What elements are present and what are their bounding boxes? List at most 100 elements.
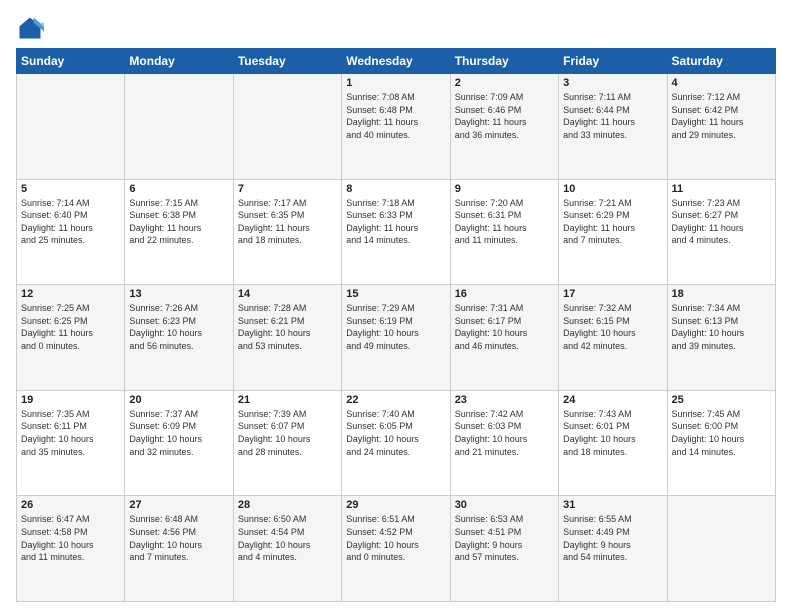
- day-info: Sunrise: 7:45 AM Sunset: 6:00 PM Dayligh…: [672, 408, 771, 458]
- day-info: Sunrise: 7:23 AM Sunset: 6:27 PM Dayligh…: [672, 197, 771, 247]
- day-info: Sunrise: 7:43 AM Sunset: 6:01 PM Dayligh…: [563, 408, 662, 458]
- day-number: 9: [455, 183, 554, 195]
- day-number: 13: [129, 288, 228, 300]
- day-number: 21: [238, 394, 337, 406]
- day-info: Sunrise: 7:42 AM Sunset: 6:03 PM Dayligh…: [455, 408, 554, 458]
- day-info: Sunrise: 7:34 AM Sunset: 6:13 PM Dayligh…: [672, 302, 771, 352]
- calendar-cell: 3 Sunrise: 7:11 AM Sunset: 6:44 PM Daylig…: [559, 74, 667, 180]
- day-info: Sunrise: 6:51 AM Sunset: 4:52 PM Dayligh…: [346, 513, 445, 563]
- day-info: Sunrise: 7:25 AM Sunset: 6:25 PM Dayligh…: [21, 302, 120, 352]
- calendar-cell: 20 Sunrise: 7:37 AM Sunset: 6:09 PM Dayli…: [125, 390, 233, 496]
- day-info: Sunrise: 6:55 AM Sunset: 4:49 PM Dayligh…: [563, 513, 662, 563]
- day-info: Sunrise: 7:20 AM Sunset: 6:31 PM Dayligh…: [455, 197, 554, 247]
- day-info: Sunrise: 7:32 AM Sunset: 6:15 PM Dayligh…: [563, 302, 662, 352]
- calendar-cell: 15 Sunrise: 7:29 AM Sunset: 6:19 PM Dayli…: [342, 285, 450, 391]
- calendar-cell: 4 Sunrise: 7:12 AM Sunset: 6:42 PM Daylig…: [667, 74, 775, 180]
- day-info: Sunrise: 7:11 AM Sunset: 6:44 PM Dayligh…: [563, 91, 662, 141]
- day-info: Sunrise: 7:21 AM Sunset: 6:29 PM Dayligh…: [563, 197, 662, 247]
- calendar-cell: 14 Sunrise: 7:28 AM Sunset: 6:21 PM Dayli…: [233, 285, 341, 391]
- day-number: 28: [238, 499, 337, 511]
- calendar-cell: 23 Sunrise: 7:42 AM Sunset: 6:03 PM Dayli…: [450, 390, 558, 496]
- day-info: Sunrise: 7:37 AM Sunset: 6:09 PM Dayligh…: [129, 408, 228, 458]
- day-number: 1: [346, 77, 445, 89]
- calendar-cell: 25 Sunrise: 7:45 AM Sunset: 6:00 PM Dayli…: [667, 390, 775, 496]
- calendar-week-3: 19Sunrise: 7:35 AM Sunset: 6:11 PM Dayli…: [17, 390, 776, 496]
- day-number: 23: [455, 394, 554, 406]
- header: [16, 14, 776, 42]
- calendar-cell: 8Sunrise: 7:18 AM Sunset: 6:33 PM Daylig…: [342, 179, 450, 285]
- day-number: 24: [563, 394, 662, 406]
- day-info: Sunrise: 7:15 AM Sunset: 6:38 PM Dayligh…: [129, 197, 228, 247]
- day-header-tuesday: Tuesday: [233, 49, 341, 74]
- calendar-cell: [17, 74, 125, 180]
- day-info: Sunrise: 7:09 AM Sunset: 6:46 PM Dayligh…: [455, 91, 554, 141]
- calendar-cell: 10Sunrise: 7:21 AM Sunset: 6:29 PM Dayli…: [559, 179, 667, 285]
- day-info: Sunrise: 6:50 AM Sunset: 4:54 PM Dayligh…: [238, 513, 337, 563]
- day-number: 4: [672, 77, 771, 89]
- day-info: Sunrise: 7:14 AM Sunset: 6:40 PM Dayligh…: [21, 197, 120, 247]
- calendar-cell: [233, 74, 341, 180]
- calendar-cell: 2 Sunrise: 7:09 AM Sunset: 6:46 PM Daylig…: [450, 74, 558, 180]
- logo-icon: [16, 14, 44, 42]
- calendar-table: SundayMondayTuesdayWednesdayThursdayFrid…: [16, 48, 776, 602]
- day-number: 5: [21, 183, 120, 195]
- day-header-monday: Monday: [125, 49, 233, 74]
- day-number: 20: [129, 394, 228, 406]
- day-info: Sunrise: 6:53 AM Sunset: 4:51 PM Dayligh…: [455, 513, 554, 563]
- calendar-header-row: SundayMondayTuesdayWednesdayThursdayFrid…: [17, 49, 776, 74]
- page: SundayMondayTuesdayWednesdayThursdayFrid…: [0, 0, 792, 612]
- day-number: 15: [346, 288, 445, 300]
- day-number: 22: [346, 394, 445, 406]
- calendar-cell: 24 Sunrise: 7:43 AM Sunset: 6:01 PM Dayli…: [559, 390, 667, 496]
- day-info: Sunrise: 7:40 AM Sunset: 6:05 PM Dayligh…: [346, 408, 445, 458]
- calendar-week-1: 5 Sunrise: 7:14 AM Sunset: 6:40 PM Daylig…: [17, 179, 776, 285]
- calendar-cell: 26Sunrise: 6:47 AM Sunset: 4:58 PM Dayli…: [17, 496, 125, 602]
- calendar-cell: 27 Sunrise: 6:48 AM Sunset: 4:56 PM Dayli…: [125, 496, 233, 602]
- calendar-cell: 6 Sunrise: 7:15 AM Sunset: 6:38 PM Daylig…: [125, 179, 233, 285]
- calendar-week-2: 12 Sunrise: 7:25 AM Sunset: 6:25 PM Dayli…: [17, 285, 776, 391]
- calendar-cell: 1Sunrise: 7:08 AM Sunset: 6:48 PM Daylig…: [342, 74, 450, 180]
- day-number: 30: [455, 499, 554, 511]
- day-number: 7: [238, 183, 337, 195]
- calendar-cell: 13 Sunrise: 7:26 AM Sunset: 6:23 PM Dayli…: [125, 285, 233, 391]
- calendar-cell: 9 Sunrise: 7:20 AM Sunset: 6:31 PM Daylig…: [450, 179, 558, 285]
- day-info: Sunrise: 7:28 AM Sunset: 6:21 PM Dayligh…: [238, 302, 337, 352]
- calendar-cell: 28 Sunrise: 6:50 AM Sunset: 4:54 PM Dayli…: [233, 496, 341, 602]
- calendar-cell: 21Sunrise: 7:39 AM Sunset: 6:07 PM Dayli…: [233, 390, 341, 496]
- day-info: Sunrise: 7:35 AM Sunset: 6:11 PM Dayligh…: [21, 408, 120, 458]
- day-number: 18: [672, 288, 771, 300]
- day-info: Sunrise: 6:48 AM Sunset: 4:56 PM Dayligh…: [129, 513, 228, 563]
- day-info: Sunrise: 7:26 AM Sunset: 6:23 PM Dayligh…: [129, 302, 228, 352]
- day-number: 14: [238, 288, 337, 300]
- calendar-cell: 29 Sunrise: 6:51 AM Sunset: 4:52 PM Dayli…: [342, 496, 450, 602]
- day-number: 12: [21, 288, 120, 300]
- calendar-cell: 16Sunrise: 7:31 AM Sunset: 6:17 PM Dayli…: [450, 285, 558, 391]
- day-number: 26: [21, 499, 120, 511]
- day-header-friday: Friday: [559, 49, 667, 74]
- calendar-cell: 22 Sunrise: 7:40 AM Sunset: 6:05 PM Dayli…: [342, 390, 450, 496]
- day-info: Sunrise: 7:12 AM Sunset: 6:42 PM Dayligh…: [672, 91, 771, 141]
- calendar-cell: 30 Sunrise: 6:53 AM Sunset: 4:51 PM Dayli…: [450, 496, 558, 602]
- day-header-wednesday: Wednesday: [342, 49, 450, 74]
- day-number: 29: [346, 499, 445, 511]
- day-number: 6: [129, 183, 228, 195]
- calendar-cell: 12 Sunrise: 7:25 AM Sunset: 6:25 PM Dayli…: [17, 285, 125, 391]
- day-number: 11: [672, 183, 771, 195]
- day-number: 27: [129, 499, 228, 511]
- day-info: Sunrise: 7:29 AM Sunset: 6:19 PM Dayligh…: [346, 302, 445, 352]
- day-number: 3: [563, 77, 662, 89]
- day-number: 25: [672, 394, 771, 406]
- calendar-cell: 31 Sunrise: 6:55 AM Sunset: 4:49 PM Dayli…: [559, 496, 667, 602]
- day-number: 8: [346, 183, 445, 195]
- calendar-cell: [125, 74, 233, 180]
- calendar-cell: 19Sunrise: 7:35 AM Sunset: 6:11 PM Dayli…: [17, 390, 125, 496]
- logo: [16, 14, 48, 42]
- day-number: 31: [563, 499, 662, 511]
- day-number: 16: [455, 288, 554, 300]
- calendar-cell: 18 Sunrise: 7:34 AM Sunset: 6:13 PM Dayli…: [667, 285, 775, 391]
- day-header-sunday: Sunday: [17, 49, 125, 74]
- day-header-saturday: Saturday: [667, 49, 775, 74]
- day-number: 2: [455, 77, 554, 89]
- calendar-cell: 5 Sunrise: 7:14 AM Sunset: 6:40 PM Daylig…: [17, 179, 125, 285]
- calendar-week-4: 26Sunrise: 6:47 AM Sunset: 4:58 PM Dayli…: [17, 496, 776, 602]
